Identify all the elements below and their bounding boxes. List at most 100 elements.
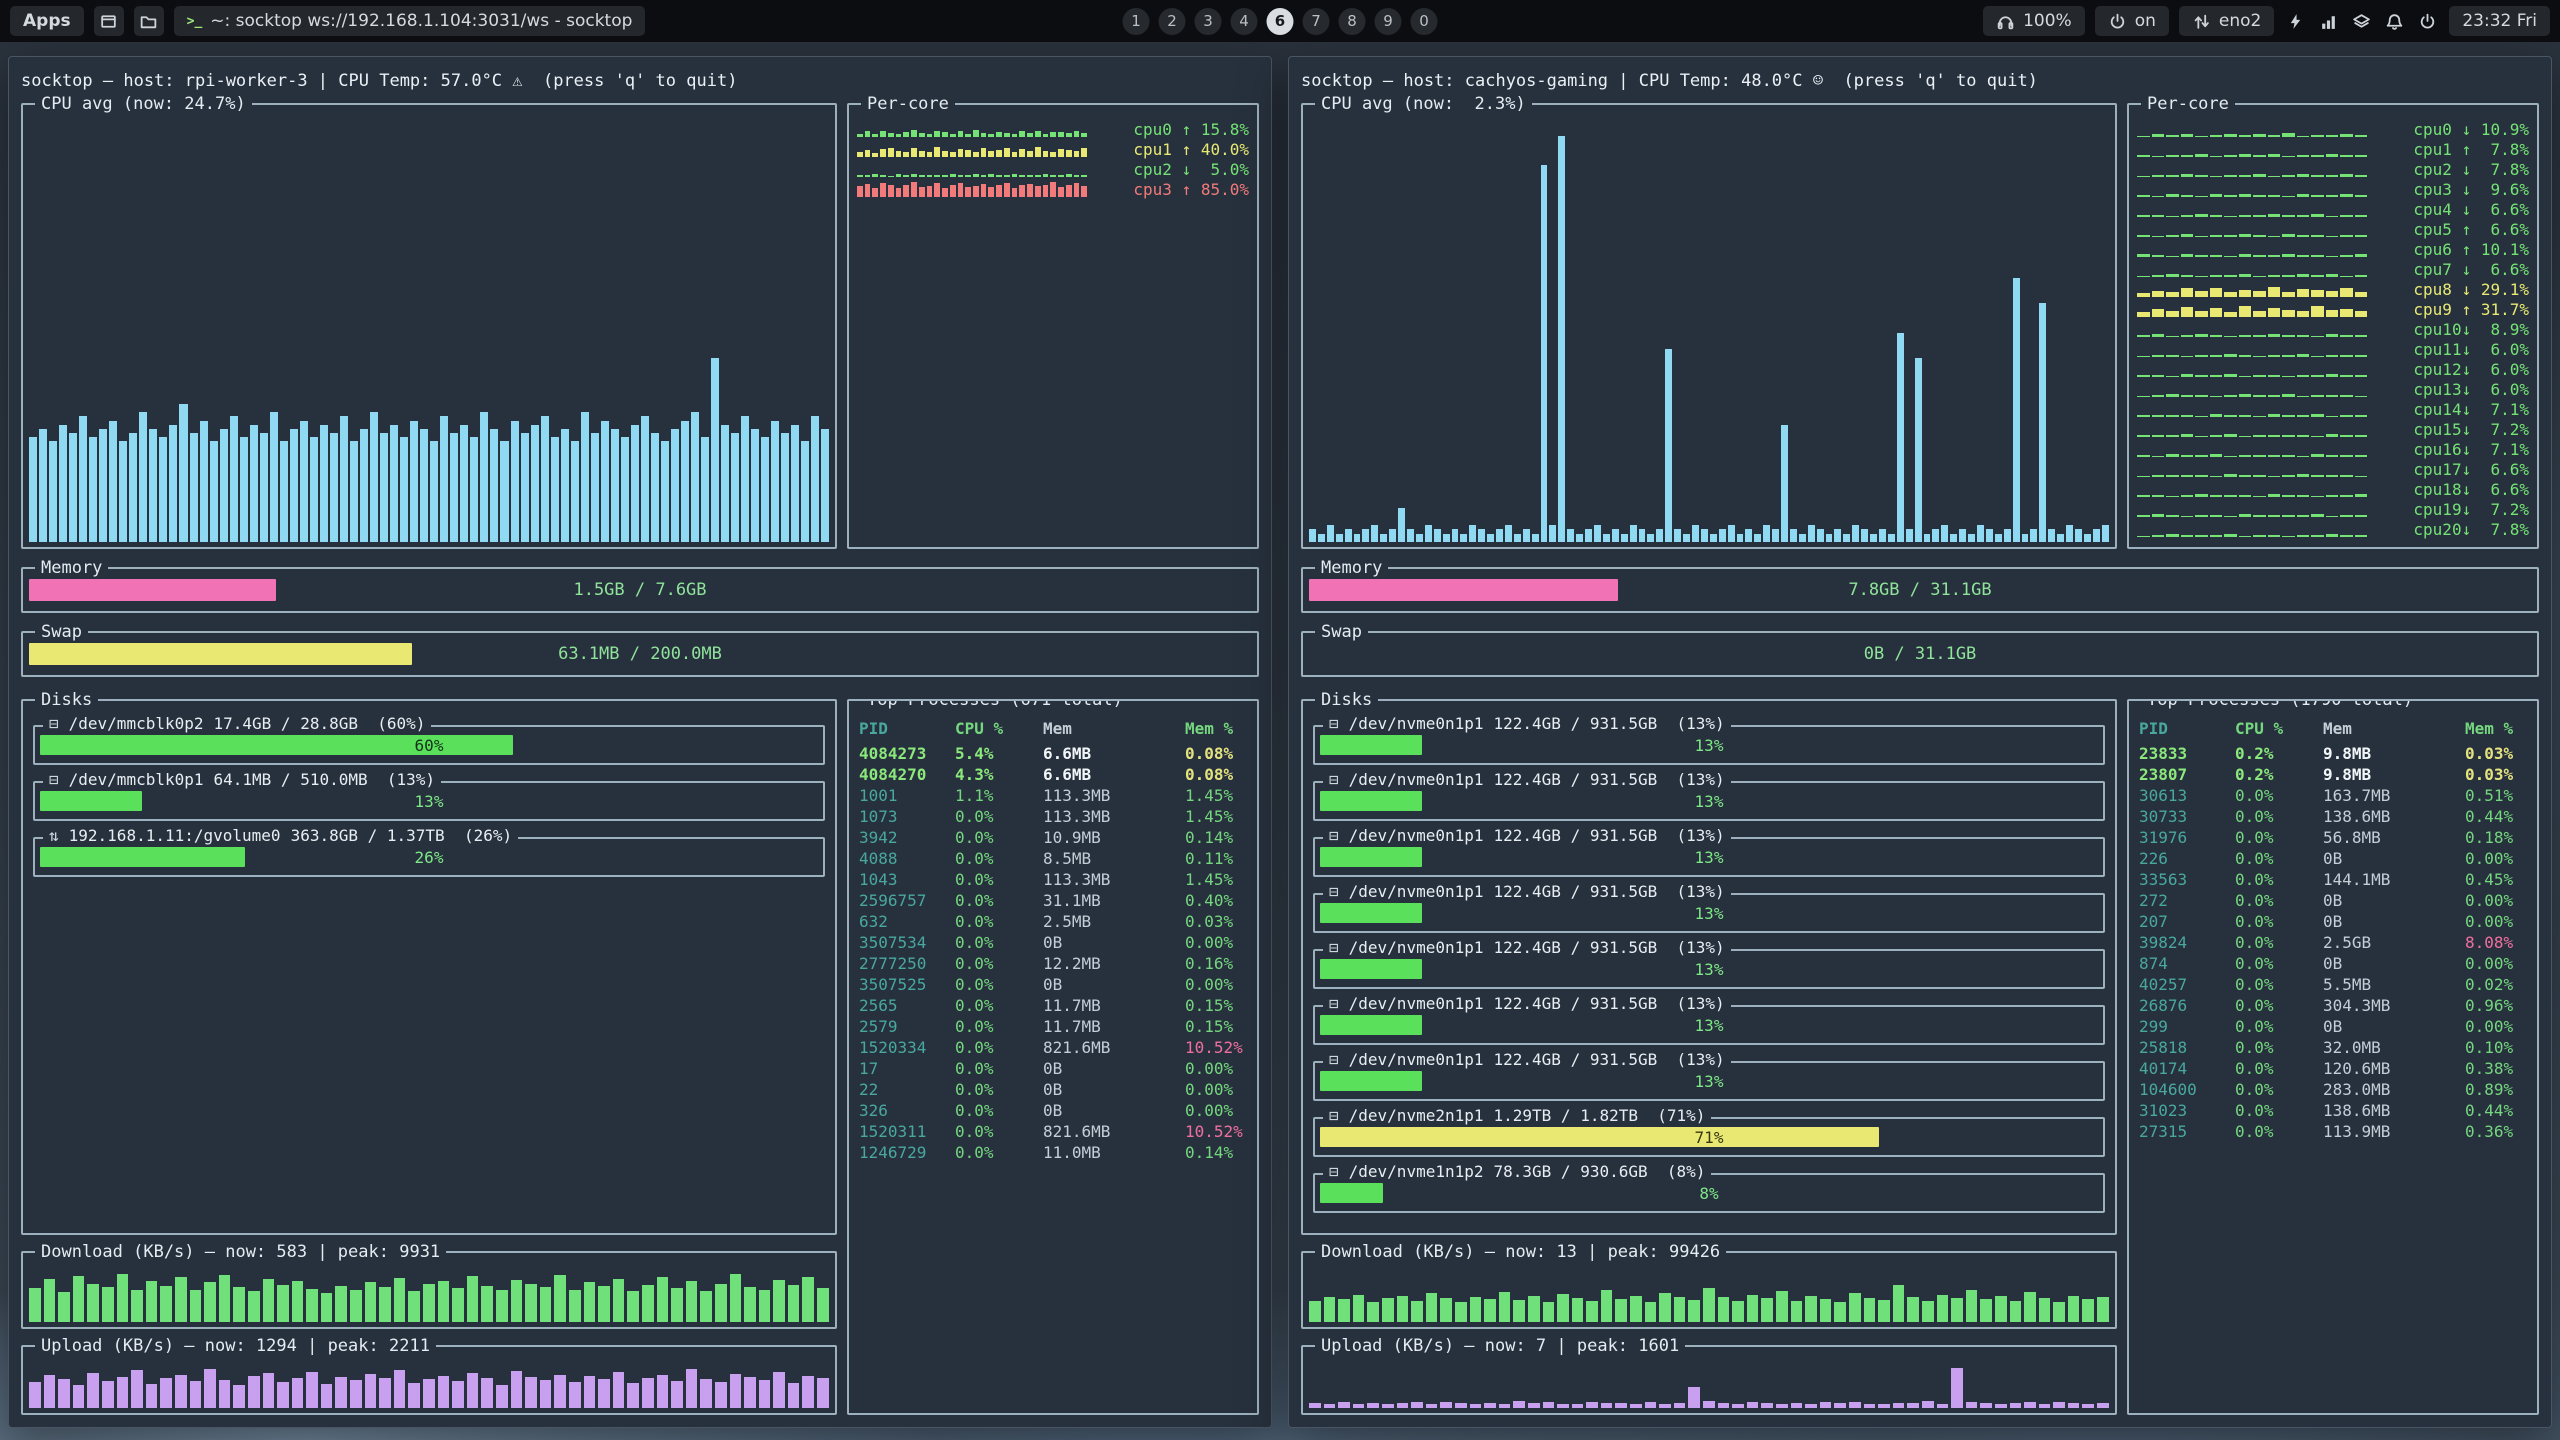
spark-bar	[2152, 535, 2165, 536]
files-button[interactable]	[134, 6, 164, 36]
chart-bar	[1737, 534, 1744, 542]
spark-bar	[2340, 155, 2353, 156]
spark-bar	[872, 153, 878, 157]
window-button[interactable]	[94, 6, 124, 36]
process-mem-percent: 0.15%	[1185, 995, 1249, 1016]
volume-indicator[interactable]: 100%	[1983, 6, 2085, 36]
chart-bar	[1791, 1301, 1803, 1322]
chart-bar	[1499, 1292, 1511, 1322]
socktop-terminal-window[interactable]: socktop — host: rpi-worker-3 | CPU Temp:…	[8, 56, 1272, 1428]
workspace-button-8[interactable]: 8	[1339, 8, 1366, 35]
spark-bar	[2340, 515, 2353, 517]
chart-bar	[263, 1279, 275, 1322]
spark-bar	[2137, 495, 2150, 497]
chart-bar	[1772, 529, 1779, 542]
spark-bar	[2166, 435, 2179, 436]
disk-icon: ⊟	[1329, 1106, 1339, 1125]
spark-bar	[2152, 415, 2165, 416]
process-mem-percent: 10.52%	[1185, 1121, 1249, 1142]
apps-button[interactable]: Apps	[10, 6, 84, 36]
process-mem: 10.9MB	[1043, 827, 1185, 848]
process-mem-percent: 0.96%	[2465, 995, 2529, 1016]
workspace-button-4[interactable]: 4	[1231, 8, 1258, 35]
chart-bar	[721, 425, 729, 542]
memory-usage-text: 1.5GB / 7.6GB	[23, 569, 1257, 611]
signal-button[interactable]	[2317, 10, 2340, 33]
chart-bar	[1977, 525, 1984, 542]
chart-bar	[584, 1282, 596, 1322]
chart-bar	[1791, 1403, 1803, 1408]
active-window-title[interactable]: >_ ~: socktop ws://192.168.1.104:3031/ws…	[174, 6, 646, 36]
core-sparkline	[2137, 362, 2367, 377]
workspace-button-0[interactable]: 0	[1411, 8, 1438, 35]
chart-bar	[292, 1378, 304, 1408]
bolt-button[interactable]	[2284, 10, 2307, 33]
clock[interactable]: 23:32 Fri	[2449, 6, 2550, 36]
disk-entry-title: ⊟/dev/nvme0n1p1122.4GB / 931.5GB (13%)	[1323, 994, 1731, 1013]
chart-bar	[1455, 1302, 1467, 1322]
spark-bar	[2282, 175, 2295, 177]
chart-bar	[715, 1284, 727, 1323]
notifications-button[interactable]	[2383, 10, 2406, 33]
percore-row: cpu12↓ 6.0%	[2137, 359, 2529, 379]
spark-bar	[2152, 175, 2165, 177]
spark-bar	[2311, 155, 2324, 156]
spark-bar	[2311, 195, 2324, 197]
spark-bar	[2355, 292, 2368, 297]
core-label: cpu17↓ 6.6%	[2377, 460, 2529, 479]
core-sparkline	[2137, 462, 2367, 477]
core-sparkline	[2137, 502, 2367, 517]
updown-arrows-icon	[2192, 12, 2211, 31]
disk-usage-text: 17.4GB / 28.8GB (60%)	[214, 714, 426, 733]
process-mem: 9.8MB	[2323, 764, 2465, 785]
socktop-terminal-window[interactable]: socktop — host: cachyos-gaming | CPU Tem…	[1288, 56, 2552, 1428]
chart-bar	[1354, 534, 1361, 542]
process-mem-percent: 0.00%	[2465, 890, 2529, 911]
chart-bar	[2010, 1403, 2022, 1408]
spark-bar	[2210, 135, 2223, 137]
disk-name: /dev/nvme0n1p1	[1349, 994, 1484, 1013]
workspace-button-1[interactable]: 1	[1123, 8, 1150, 35]
chart-bar	[2084, 534, 2091, 542]
workspace-button-9[interactable]: 9	[1375, 8, 1402, 35]
chart-bar	[159, 437, 167, 542]
workspace-button-2[interactable]: 2	[1159, 8, 1186, 35]
spark-bar	[2239, 175, 2252, 176]
power-profile-indicator[interactable]: on	[2095, 6, 2169, 36]
workspace-button-3[interactable]: 3	[1195, 8, 1222, 35]
layers-button[interactable]	[2350, 10, 2373, 33]
spark-bar	[2311, 414, 2324, 417]
disk-usage-text: 122.4GB / 931.5GB (13%)	[1494, 1050, 1725, 1069]
spark-bar	[2210, 535, 2223, 536]
spark-bar	[1019, 131, 1025, 136]
process-mem-percent: 0.18%	[2465, 827, 2529, 848]
chart-bar	[657, 1375, 669, 1408]
spark-bar	[2268, 414, 2281, 416]
spark-bar	[2311, 135, 2324, 137]
chart-bar	[1849, 1293, 1861, 1322]
process-mem: 6.6MB	[1043, 764, 1185, 785]
chart-bar	[591, 433, 599, 542]
chart-bar	[1612, 529, 1619, 542]
disk-entry-title: ⊟/dev/mmcblk0p164.1MB / 510.0MB (13%)	[43, 770, 441, 789]
chart-bar	[496, 1385, 508, 1409]
disk-entry-title: ⊟/dev/nvme0n1p1122.4GB / 931.5GB (13%)	[1323, 826, 1731, 845]
upload-panel-title: Upload (KB/s) — now: 1294 | peak: 2211	[35, 1335, 436, 1357]
chart-bar	[1425, 525, 1432, 542]
workspace-button-7[interactable]: 7	[1303, 8, 1330, 35]
workspace-button-6[interactable]: 6	[1267, 8, 1294, 35]
spark-bar	[927, 134, 933, 136]
process-pid: 22	[859, 1079, 955, 1100]
shutdown-button[interactable]	[2416, 10, 2439, 33]
spark-bar	[942, 175, 948, 177]
chart-bar	[131, 1370, 143, 1408]
process-row: 10730.0%113.3MB1.45%	[849, 806, 1257, 827]
disk-entry-title: ⊟/dev/nvme0n1p1122.4GB / 931.5GB (13%)	[1323, 882, 1731, 901]
network-indicator[interactable]: eno2	[2179, 6, 2274, 36]
chart-bar	[420, 429, 428, 542]
process-row: 319760.0%56.8MB0.18%	[2129, 827, 2537, 848]
spark-bar	[2210, 495, 2223, 496]
chart-bar	[240, 437, 248, 542]
chart-bar	[408, 1291, 420, 1322]
spark-bar	[2268, 255, 2281, 257]
